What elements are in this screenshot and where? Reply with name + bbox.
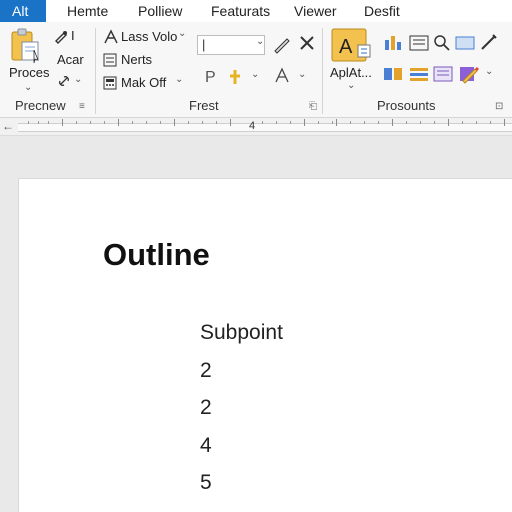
align-icon[interactable] (409, 65, 429, 88)
ribbon-divider (95, 28, 96, 114)
tab-desfit[interactable]: Desfit (364, 3, 400, 19)
text-box-icon[interactable] (409, 34, 429, 57)
marker-icon[interactable] (459, 63, 481, 90)
pencil-icon[interactable] (272, 34, 292, 59)
nerts-label[interactable]: Nerts (121, 52, 152, 67)
font-color-icon[interactable] (273, 67, 291, 90)
group-launcher-icon[interactable]: ⊡ (495, 101, 503, 112)
draw-icon[interactable] (479, 32, 499, 57)
chevron-down-icon[interactable]: ⌄ (347, 80, 355, 91)
group-launcher-icon[interactable]: ≡ (79, 101, 85, 112)
styles-gallery-label[interactable]: AplAt... (330, 65, 372, 80)
list-item[interactable]: 2 (200, 396, 212, 420)
font-name-select[interactable]: Lass Volo (121, 29, 177, 44)
ruler-marker[interactable]: 4 (249, 120, 255, 132)
chevron-down-icon[interactable]: ⌄ (178, 28, 186, 39)
list-item[interactable]: 4 (200, 434, 212, 458)
document-heading[interactable]: Outline (103, 237, 210, 273)
tab-featurats[interactable]: Featurats (211, 3, 270, 19)
list-item[interactable]: 5 (200, 471, 212, 495)
color-columns-icon[interactable] (383, 65, 403, 88)
chevron-down-icon[interactable]: ⌄ (175, 74, 183, 85)
tab-hemte[interactable]: Hemte (67, 3, 108, 19)
ribbon: Proces ⌄ I Acar ⌄ Precnew ≡ Lass Volo ⌄ … (0, 22, 512, 118)
close-icon[interactable] (298, 34, 316, 57)
cursor-text: I (71, 28, 75, 43)
search-icon[interactable] (433, 34, 451, 57)
highlight-icon[interactable] (227, 69, 243, 90)
calculator-icon[interactable] (103, 76, 117, 95)
ribbon-tabs: Alt Hemte Polliew Featurats Viewer Desfi… (0, 0, 512, 22)
p-label[interactable]: P (205, 69, 216, 87)
font-icon[interactable] (103, 29, 119, 50)
format-painter-icon[interactable] (53, 29, 69, 50)
document-subpoint[interactable]: Subpoint (200, 321, 283, 345)
layout-icon[interactable] (433, 65, 453, 88)
group-label-prosounts: Prosounts (377, 98, 436, 113)
chevron-down-icon[interactable]: ⌄ (298, 69, 306, 80)
chevron-down-icon[interactable]: ⌄ (251, 69, 259, 80)
font-size-input[interactable]: | (197, 35, 265, 55)
acar-label[interactable]: Acar (57, 52, 84, 67)
paste-label[interactable]: Proces (9, 65, 49, 80)
chevron-down-icon[interactable]: ⌄ (256, 36, 264, 47)
arrow-left-icon[interactable]: ← (2, 119, 14, 133)
tab-viewer[interactable]: Viewer (294, 3, 337, 19)
chevron-down-icon[interactable]: ⌄ (485, 66, 493, 77)
horizontal-ruler[interactable]: ← 4 (0, 118, 512, 136)
ruler-track (18, 123, 512, 132)
list-item[interactable]: 2 (200, 359, 212, 383)
chevron-down-icon[interactable]: ⌄ (24, 82, 32, 93)
mak-off-label[interactable]: Mak Off (121, 75, 166, 90)
document-page[interactable]: Outline Subpoint 2 2 4 5 (18, 178, 512, 512)
chevron-down-icon[interactable]: ⌄ (74, 74, 82, 85)
list-icon[interactable] (103, 53, 117, 72)
link-icon[interactable] (57, 74, 71, 93)
tab-polliew[interactable]: Polliew (138, 3, 182, 19)
chart-icon[interactable] (383, 34, 403, 57)
shape-icon[interactable] (455, 34, 475, 57)
svg-text:A: A (339, 36, 353, 58)
tab-alt[interactable]: Alt (0, 0, 46, 22)
group-label-precnew: Precnew (15, 98, 66, 113)
group-label-frest: Frest (189, 98, 219, 113)
group-launcher-icon[interactable]: ⎗ (309, 101, 317, 112)
ribbon-divider (322, 28, 323, 114)
